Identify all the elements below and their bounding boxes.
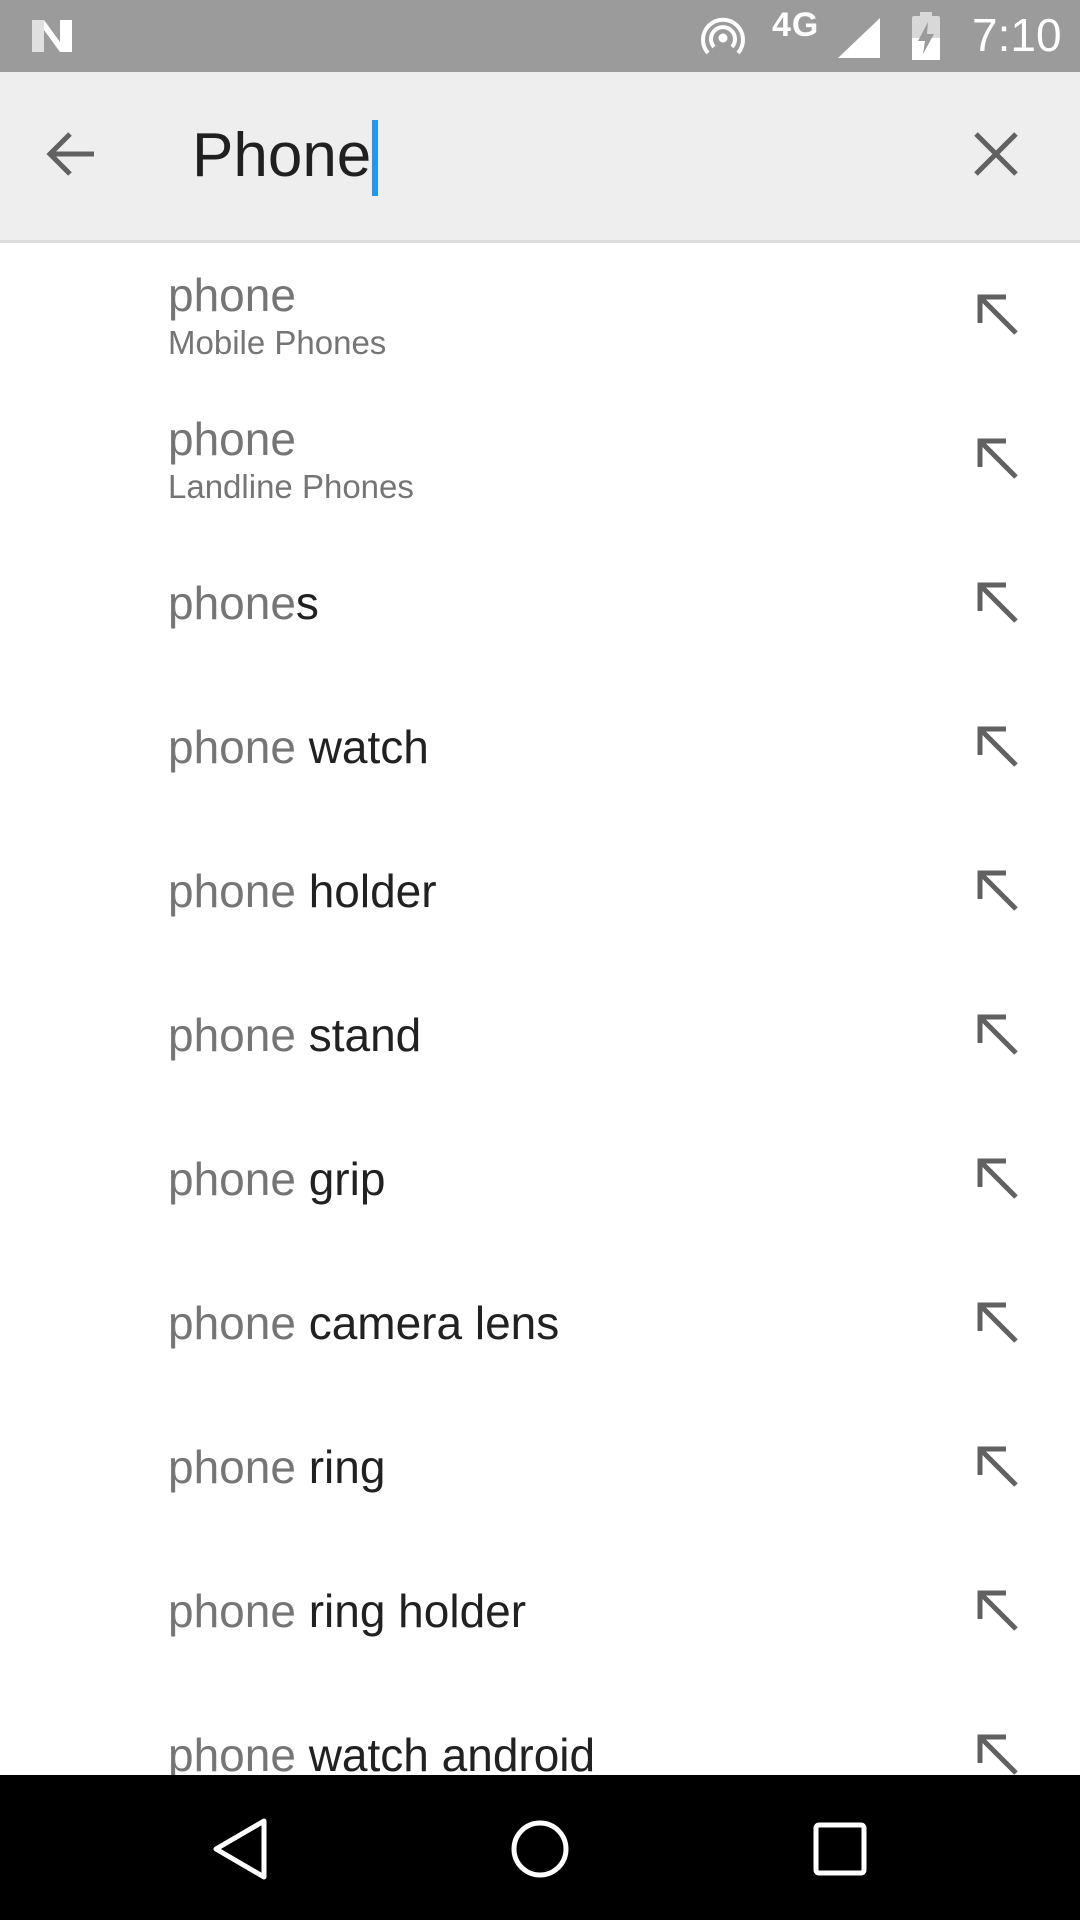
suggestion-prefix: phone (168, 1009, 296, 1061)
suggestion-category: Landline Phones (168, 468, 414, 505)
suggestion-prefix: phone (168, 1441, 296, 1493)
suggestion-suffix: watch android (295, 1729, 596, 1775)
close-icon[interactable] (966, 124, 1026, 184)
arrow-up-left-icon[interactable] (972, 577, 1024, 629)
suggestion-item[interactable]: phone Landline Phones (0, 387, 1080, 531)
arrow-up-left-icon[interactable] (972, 721, 1024, 773)
suggestion-item[interactable]: phone holder (0, 819, 1080, 963)
arrow-up-left-icon[interactable] (972, 1441, 1024, 1493)
suggestion-item[interactable]: phone stand (0, 963, 1080, 1107)
suggestion-suffix: grip (295, 1153, 386, 1205)
arrow-up-left-icon[interactable] (972, 1729, 1024, 1775)
navigation-bar (0, 1775, 1080, 1920)
nav-recents-icon[interactable] (802, 1811, 878, 1887)
suggestion-prefix: phone (168, 1585, 296, 1637)
suggestion-item[interactable]: phone ring (0, 1395, 1080, 1539)
arrow-up-left-icon[interactable] (972, 865, 1024, 917)
suggestion-prefix: phone (168, 1297, 296, 1349)
suggestion-prefix: phone (168, 413, 296, 465)
suggestion-prefix: phone (168, 721, 296, 773)
arrow-up-left-icon[interactable] (972, 1297, 1024, 1349)
suggestion-suffix: camera lens (295, 1297, 560, 1349)
suggestion-suffix: ring holder (295, 1585, 527, 1637)
search-query-text: Phone (192, 121, 372, 190)
n-logo-icon (32, 20, 72, 52)
suggestion-prefix: phone (168, 865, 296, 917)
arrow-up-left-icon[interactable] (972, 1009, 1024, 1061)
text-caret (372, 120, 379, 196)
suggestion-suffix: holder (295, 865, 437, 917)
suggestion-suffix: watch (295, 721, 429, 773)
suggestion-item[interactable]: phone watch android (0, 1683, 1080, 1775)
arrow-up-left-icon[interactable] (972, 1153, 1024, 1205)
search-input[interactable]: Phone (192, 120, 379, 196)
arrow-up-left-icon[interactable] (972, 289, 1024, 341)
suggestion-suffix: s (295, 577, 319, 629)
suggestion-category: Mobile Phones (168, 324, 387, 361)
suggestion-item[interactable]: phone grip (0, 1107, 1080, 1251)
clock: 7:10 (972, 9, 1062, 61)
suggestion-item[interactable]: phone Mobile Phones (0, 243, 1080, 387)
suggestion-item[interactable]: phone camera lens (0, 1251, 1080, 1395)
suggestion-item[interactable]: phone watch (0, 675, 1080, 819)
suggestion-prefix: phone (168, 269, 296, 321)
arrow-up-left-icon[interactable] (972, 433, 1024, 485)
arrow-up-left-icon[interactable] (972, 1585, 1024, 1637)
nav-home-icon[interactable] (502, 1811, 578, 1887)
suggestion-item[interactable]: phones (0, 531, 1080, 675)
suggestion-list: phone Mobile Phones phone Landline Phone… (0, 243, 1080, 1775)
network-type-label: 4G (772, 6, 820, 44)
status-bar: 4G 7:10 (0, 0, 1080, 72)
suggestion-suffix: stand (295, 1009, 422, 1061)
hotspot-icon (701, 17, 745, 55)
battery-charging-icon (912, 12, 940, 60)
signal-icon (838, 18, 880, 58)
screen: 4G 7:10 Phone phone Mobile Phones phone … (0, 0, 1080, 1920)
suggestion-prefix: phone (168, 577, 296, 629)
search-toolbar: Phone (0, 72, 1080, 243)
suggestion-item[interactable]: phone ring holder (0, 1539, 1080, 1683)
nav-back-icon[interactable] (202, 1811, 278, 1887)
suggestion-prefix: phone (168, 1729, 296, 1775)
suggestion-prefix: phone (168, 1153, 296, 1205)
arrow-back-icon[interactable] (40, 122, 104, 186)
suggestion-suffix: ring (295, 1441, 386, 1493)
